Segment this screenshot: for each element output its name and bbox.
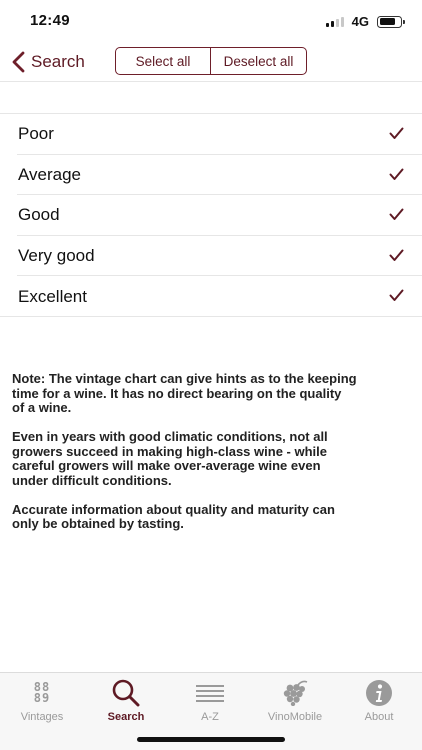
note-paragraph: Accurate information about quality and m… bbox=[12, 501, 335, 531]
tab-a-z[interactable]: A-Z bbox=[168, 679, 252, 723]
checkmark-icon bbox=[389, 289, 404, 302]
status-indicators: 4G bbox=[325, 14, 405, 29]
quality-option-average[interactable]: Average bbox=[0, 155, 422, 196]
tab-vintages[interactable]: 88 89 Vintages bbox=[0, 679, 84, 723]
option-label: Excellent bbox=[18, 286, 87, 306]
tab-about[interactable]: About bbox=[337, 679, 421, 723]
checkmark-icon bbox=[389, 249, 404, 261]
home-indicator bbox=[137, 737, 285, 742]
checkmark-icon bbox=[389, 168, 404, 180]
quality-option-excellent[interactable]: Excellent bbox=[0, 276, 422, 317]
search-icon bbox=[110, 679, 142, 707]
quality-option-good[interactable]: Good bbox=[0, 195, 422, 236]
status-time: 12:49 bbox=[30, 12, 70, 29]
option-label: Good bbox=[18, 205, 60, 225]
selection-segmented-control: Select all Deselect all bbox=[115, 47, 307, 75]
grapes-icon bbox=[280, 679, 310, 707]
status-bar: 12:49 4G bbox=[0, 0, 422, 42]
option-label: Very good bbox=[18, 246, 95, 266]
battery-icon bbox=[377, 15, 405, 28]
tab-label: VinoMobile bbox=[267, 711, 323, 723]
quality-list: Poor Average Good Very good Excellent bbox=[0, 113, 422, 317]
nav-bar: Search Select all Deselect all bbox=[0, 42, 422, 82]
chevron-left-icon bbox=[12, 51, 25, 73]
tab-label: Search bbox=[107, 711, 145, 723]
vintages-icon: 88 89 bbox=[33, 680, 51, 705]
option-label: Average bbox=[18, 164, 82, 184]
quality-option-poor[interactable]: Poor bbox=[0, 114, 422, 155]
tab-search[interactable]: Search bbox=[84, 679, 168, 723]
list-icon bbox=[195, 679, 225, 707]
select-all-button[interactable]: Select all bbox=[116, 48, 211, 74]
tab-label: About bbox=[364, 711, 394, 723]
checkmark-icon bbox=[389, 127, 404, 139]
notes-section: Note: The vintage chart can give hints a… bbox=[12, 371, 357, 546]
note-paragraph: Note: The vintage chart can give hints a… bbox=[12, 371, 357, 415]
deselect-all-button[interactable]: Deselect all bbox=[211, 48, 306, 74]
quality-option-very-good[interactable]: Very good bbox=[0, 236, 422, 277]
network-type: 4G bbox=[351, 14, 369, 29]
info-icon bbox=[365, 679, 393, 707]
checkmark-icon bbox=[389, 208, 404, 221]
back-label: Search bbox=[31, 52, 85, 71]
back-button[interactable]: Search bbox=[10, 48, 85, 76]
tab-label: Vintages bbox=[20, 711, 64, 723]
signal-icon bbox=[325, 16, 344, 27]
note-paragraph: Even in years with good climatic conditi… bbox=[12, 429, 328, 488]
option-label: Poor bbox=[18, 124, 54, 144]
tab-vinomobile[interactable]: VinoMobile bbox=[253, 679, 337, 723]
tab-label: A-Z bbox=[201, 711, 219, 723]
